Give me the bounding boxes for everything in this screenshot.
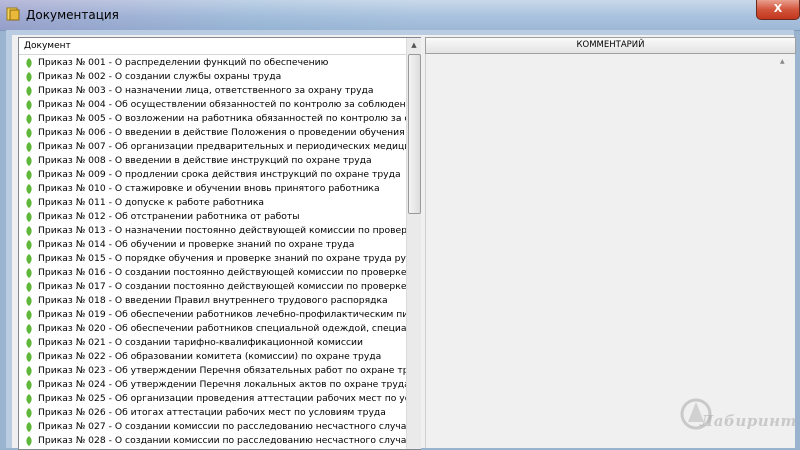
leaf-icon: [26, 156, 32, 166]
leaf-icon: [26, 72, 32, 82]
list-item-label: Приказ № 023 - Об утверждении Перечня об…: [38, 365, 406, 376]
list-item-label: Приказ № 016 - О создании постоянно дейс…: [38, 267, 406, 278]
leaf-icon: [26, 184, 32, 194]
leaf-icon: [26, 114, 32, 124]
list-item-label: Приказ № 008 - О введении в действие инс…: [38, 155, 372, 166]
leaf-icon: [26, 100, 32, 110]
list-item[interactable]: Приказ № 020 - Об обеспечении работников…: [19, 322, 406, 336]
list-item-label: Приказ № 006 - О введении в действие Пол…: [38, 127, 406, 138]
list-item-label: Приказ № 001 - О распределении функций п…: [38, 57, 329, 68]
list-item-label: Приказ № 028 - О создании комиссии по ра…: [38, 435, 406, 446]
list-item[interactable]: Приказ № 003 - О назначении лица, ответс…: [19, 84, 406, 98]
leaf-icon: [26, 310, 32, 320]
list-item[interactable]: Приказ № 007 - Об организации предварите…: [19, 140, 406, 154]
leaf-icon: [26, 142, 32, 152]
close-button[interactable]: X: [756, 0, 800, 20]
list-item-label: Приказ № 019 - Об обеспечении работников…: [38, 309, 406, 320]
list-item-label: Приказ № 004 - Об осуществлении обязанно…: [38, 99, 406, 110]
leaf-icon: [26, 86, 32, 96]
list-item-label: Приказ № 013 - О назначении постоянно де…: [38, 225, 406, 236]
leaf-icon: [26, 296, 32, 306]
vertical-scrollbar[interactable]: ▲: [406, 38, 421, 449]
comment-header[interactable]: КОММЕНТАРИЙ: [425, 37, 796, 54]
list-item[interactable]: Приказ № 008 - О введении в действие инс…: [19, 154, 406, 168]
list-item[interactable]: Приказ № 004 - Об осуществлении обязанно…: [19, 98, 406, 112]
leaf-icon: [26, 324, 32, 334]
list-item[interactable]: Приказ № 028 - О создании комиссии по ра…: [19, 434, 406, 448]
list-item-label: Приказ № 021 - О создании тарифно-квалиф…: [38, 337, 363, 348]
list-item[interactable]: Приказ № 009 - О продлении срока действи…: [19, 168, 406, 182]
leaf-icon: [26, 128, 32, 138]
list-item[interactable]: Приказ № 001 - О распределении функций п…: [19, 56, 406, 70]
list-item[interactable]: Приказ № 005 - О возложении на работника…: [19, 112, 406, 126]
list-item[interactable]: Приказ № 017 - О создании постоянно дейс…: [19, 280, 406, 294]
app-icon: [6, 7, 20, 21]
scroll-thumb[interactable]: [408, 54, 421, 214]
list-rows: Приказ № 001 - О распределении функций п…: [19, 56, 406, 448]
list-item-label: Приказ № 009 - О продлении срока действи…: [38, 169, 401, 180]
list-item[interactable]: Приказ № 022 - Об образовании комитета (…: [19, 350, 406, 364]
list-item[interactable]: Приказ № 023 - Об утверждении Перечня об…: [19, 364, 406, 378]
comment-text-area[interactable]: ▲: [425, 54, 795, 448]
list-item[interactable]: Приказ № 011 - О допуске к работе работн…: [19, 196, 406, 210]
leaf-icon: [26, 408, 32, 418]
list-item[interactable]: Приказ № 021 - О создании тарифно-квалиф…: [19, 336, 406, 350]
list-item[interactable]: Приказ № 024 - Об утверждении Перечня ло…: [19, 378, 406, 392]
list-item-label: Приказ № 007 - Об организации предварите…: [38, 141, 406, 152]
list-item-label: Приказ № 024 - Об утверждении Перечня ло…: [38, 379, 406, 390]
list-item-label: Приказ № 011 - О допуске к работе работн…: [38, 197, 265, 208]
list-item[interactable]: Приказ № 016 - О создании постоянно дейс…: [19, 266, 406, 280]
leaf-icon: [26, 338, 32, 348]
list-item-label: Приказ № 014 - Об обучении и проверке зн…: [38, 239, 355, 250]
window-title: Документация: [26, 8, 119, 22]
list-item-label: Приказ № 018 - О введении Правил внутрен…: [38, 295, 388, 306]
scroll-up-arrow-icon[interactable]: ▲: [780, 58, 785, 65]
list-column-header[interactable]: Документ: [19, 38, 406, 55]
leaf-icon: [26, 282, 32, 292]
watermark-text: Лабиринт: [700, 412, 797, 430]
list-item[interactable]: Приказ № 019 - Об обеспечении работников…: [19, 308, 406, 322]
list-item-label: Приказ № 022 - Об образовании комитета (…: [38, 351, 382, 362]
list-item[interactable]: Приказ № 010 - О стажировке и обучении в…: [19, 182, 406, 196]
leaf-icon: [26, 352, 32, 362]
list-item[interactable]: Приказ № 012 - Об отстранении работника …: [19, 210, 406, 224]
title-bar: Документация X: [0, 0, 800, 31]
list-item[interactable]: Приказ № 002 - О создании службы охраны …: [19, 70, 406, 84]
leaf-icon: [26, 366, 32, 376]
comment-panel: КОММЕНТАРИЙ ▲: [424, 37, 796, 448]
list-item-label: Приказ № 015 - О порядке обучения и пров…: [38, 253, 406, 264]
list-item-label: Приказ № 027 - О создании комиссии по ра…: [38, 421, 406, 432]
document-list[interactable]: Документ Приказ № 001 - О распределении …: [18, 37, 421, 450]
list-item[interactable]: Приказ № 006 - О введении в действие Пол…: [19, 126, 406, 140]
list-item-label: Приказ № 010 - О стажировке и обучении в…: [38, 183, 380, 194]
list-item-label: Приказ № 012 - Об отстранении работника …: [38, 211, 300, 222]
leaf-icon: [26, 170, 32, 180]
list-item-label: Приказ № 005 - О возложении на работника…: [38, 113, 406, 124]
list-item[interactable]: Приказ № 014 - Об обучении и проверке зн…: [19, 238, 406, 252]
list-item-label: Приказ № 002 - О создании службы охраны …: [38, 71, 282, 82]
list-item-label: Приказ № 017 - О создании постоянно дейс…: [38, 281, 406, 292]
list-item[interactable]: Приказ № 018 - О введении Правил внутрен…: [19, 294, 406, 308]
leaf-icon: [26, 380, 32, 390]
leaf-icon: [26, 58, 32, 68]
leaf-icon: [26, 198, 32, 208]
scroll-up-arrow-icon[interactable]: ▲: [407, 38, 421, 52]
leaf-icon: [26, 254, 32, 264]
list-item-label: Приказ № 026 - Об итогах аттестации рабо…: [38, 407, 386, 418]
list-item-label: Приказ № 020 - Об обеспечении работников…: [38, 323, 406, 334]
leaf-icon: [26, 268, 32, 278]
leaf-icon: [26, 212, 32, 222]
list-item[interactable]: Приказ № 013 - О назначении постоянно де…: [19, 224, 406, 238]
leaf-icon: [26, 436, 32, 446]
leaf-icon: [26, 394, 32, 404]
leaf-icon: [26, 422, 32, 432]
list-item-label: Приказ № 003 - О назначении лица, ответс…: [38, 85, 374, 96]
list-item[interactable]: Приказ № 015 - О порядке обучения и пров…: [19, 252, 406, 266]
list-item-label: Приказ № 025 - Об организации проведения…: [38, 393, 406, 404]
list-item[interactable]: Приказ № 026 - Об итогах аттестации рабо…: [19, 406, 406, 420]
leaf-icon: [26, 240, 32, 250]
list-item[interactable]: Приказ № 025 - Об организации проведения…: [19, 392, 406, 406]
list-item[interactable]: Приказ № 027 - О создании комиссии по ра…: [19, 420, 406, 434]
leaf-icon: [26, 226, 32, 236]
